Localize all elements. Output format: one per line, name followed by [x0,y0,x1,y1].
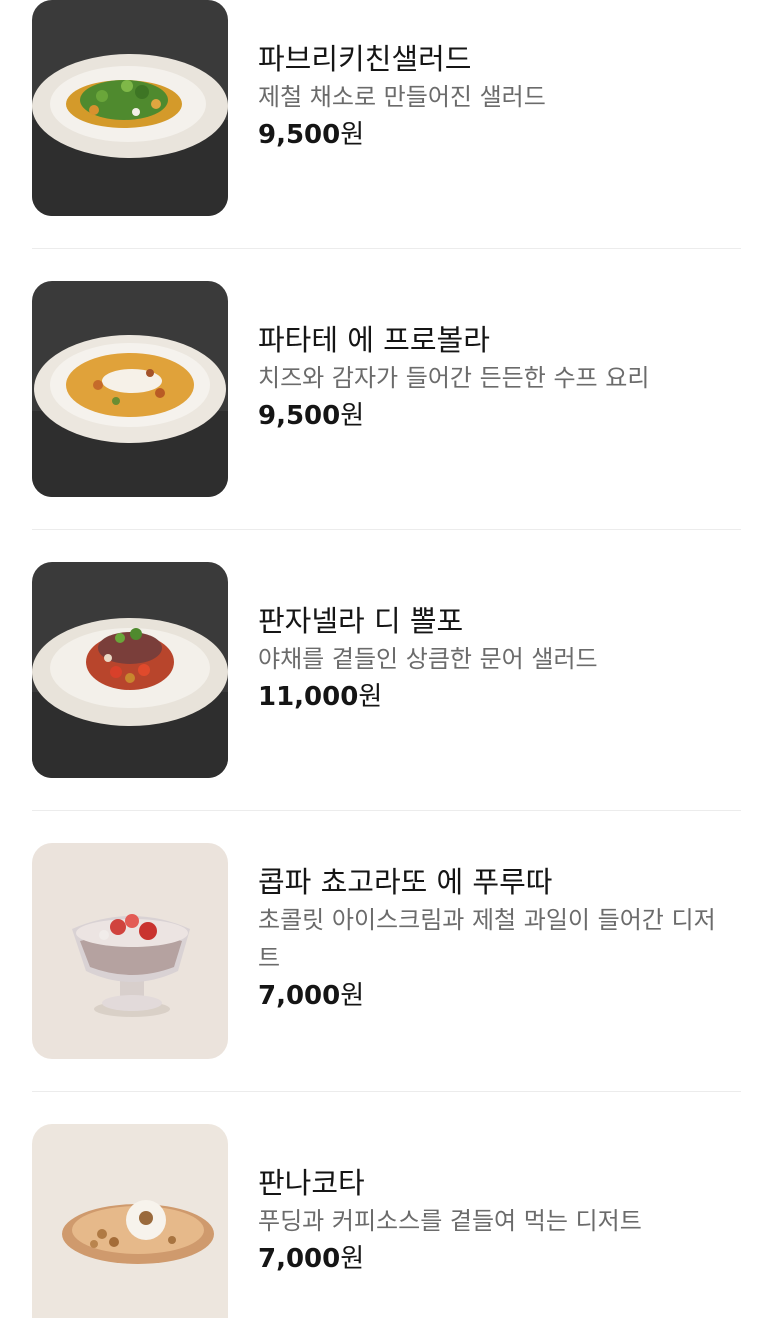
price-amount: 7,000 [258,1244,341,1274]
divider [32,1091,741,1092]
menu-item-name: 콥파 쵸고라또 에 푸루따 [258,865,553,899]
menu-item-name: 판나코타 [258,1166,365,1200]
salad-plate-photo [32,0,228,216]
price-unit: 원 [358,682,383,712]
menu-item-price: 11,000원 [258,678,745,716]
menu-item-description: 푸딩과 커피소스를 곁들여 먹는 디저트 [258,1207,642,1235]
price-unit: 원 [340,1244,365,1274]
menu-item-name: 파타테 에 프로볼라 [258,323,490,357]
menu-item-name: 파브리키친샐러드 [258,42,472,76]
menu-item-price: 9,500원 [258,116,745,154]
menu-item-soup[interactable]: 파타테 에 프로볼라 치즈와 감자가 들어간 든든한 수프 요리 9,500원 [0,281,773,497]
menu-item-name: 판자넬라 디 뽈포 [258,604,464,638]
menu-item-price: 7,000원 [258,977,745,1015]
menu-item-description: 초콜릿 아이스크림과 제철 과일이 들어간 디저트 [258,906,716,972]
divider [32,248,741,249]
price-unit: 원 [340,120,365,150]
price-unit: 원 [340,401,365,431]
menu-item-octopus-salad[interactable]: 판자넬라 디 뽈포 야채를 곁들인 상큼한 문어 샐러드 11,000원 [0,562,773,778]
menu-item-price: 9,500원 [258,397,745,435]
menu-item-description: 제철 채소로 만들어진 샐러드 [258,83,546,111]
price-amount: 9,500 [258,120,341,150]
menu-item-panna-cotta[interactable]: 판나코타 푸딩과 커피소스를 곁들여 먹는 디저트 7,000원 [0,1124,773,1318]
panna-cotta-photo [32,1124,228,1318]
divider [32,810,741,811]
octopus-salad-photo [32,562,228,778]
menu-item-description: 야채를 곁들인 상큼한 문어 샐러드 [258,645,598,673]
price-unit: 원 [340,981,365,1011]
price-amount: 9,500 [258,401,341,431]
menu-item-description: 치즈와 감자가 들어간 든든한 수프 요리 [258,364,650,392]
menu-item-price: 7,000원 [258,1240,745,1278]
menu-item-chocolate-dessert[interactable]: 콥파 쵸고라또 에 푸루따 초콜릿 아이스크림과 제철 과일이 들어간 디저트 … [0,843,773,1059]
soup-bowl-photo [32,281,228,497]
price-amount: 11,000 [258,682,359,712]
menu-item-salad[interactable]: 파브리키친샐러드 제철 채소로 만들어진 샐러드 9,500원 [0,0,773,216]
dessert-glass-photo [32,843,228,1059]
divider [32,529,741,530]
menu-list: 파브리키친샐러드 제철 채소로 만들어진 샐러드 9,500원 파타테 에 프로… [0,0,773,1318]
price-amount: 7,000 [258,981,341,1011]
